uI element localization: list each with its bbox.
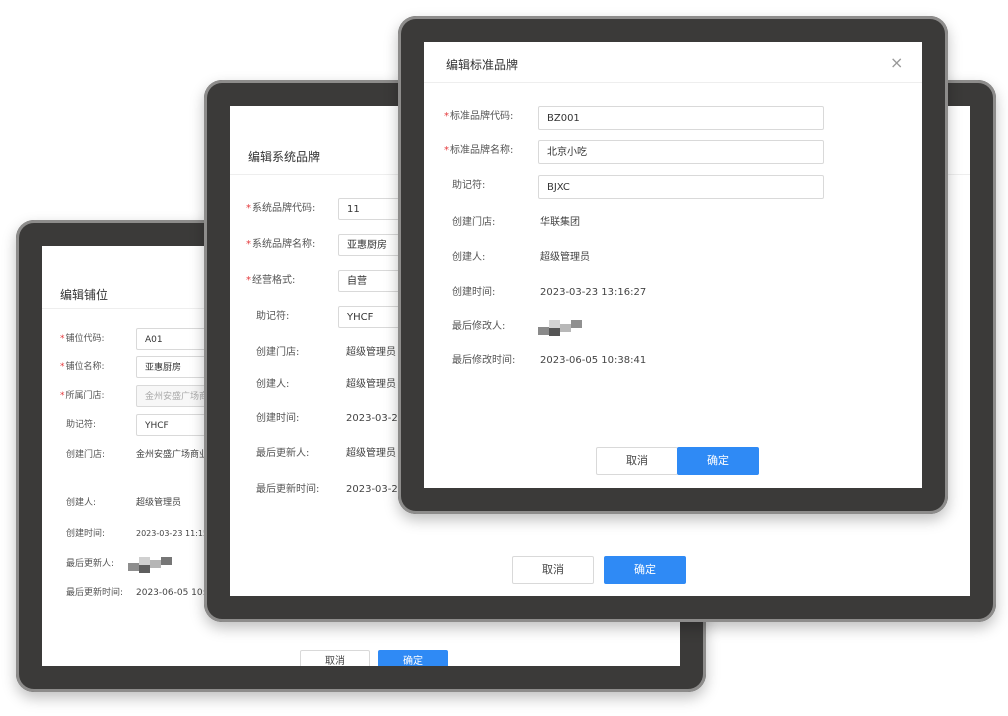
info-value: 超级管理员 [346,448,396,459]
info-creator: 创建人: 超级管理员 [444,247,824,269]
mnemonic-input[interactable]: BJXC [538,175,824,199]
info-label: 创建人: [452,252,486,263]
info-value: 2023-06-05 10:38:41 [540,355,647,366]
field-label: 铺位名称: [65,362,105,372]
field-label: 系统品牌代码: [252,203,316,214]
info-label: 创建时间: [66,529,106,539]
dialog-edit-standard-brand: 编辑标准品牌 × *标准品牌代码: BZ001 *标准品牌名称: 北京小吃 助记… [424,42,922,488]
info-last-modifier: 最后修改人: [444,316,824,338]
info-label: 最后更新人: [256,448,310,459]
dialog-title: 编辑铺位 [60,288,109,302]
field-mnemonic: 助记符: BJXC [444,175,824,199]
close-icon[interactable]: × [890,55,903,71]
required-mark: * [444,111,449,122]
dialog-divider [424,82,922,83]
field-standard-brand-code: *标准品牌代码: BZ001 [444,106,824,130]
info-value: 超级管理员 [136,498,182,508]
confirm-button[interactable]: 确定 [378,650,448,666]
field-standard-brand-name: *标准品牌名称: 北京小吃 [444,140,824,164]
info-value: 超级管理员 [540,252,590,263]
info-label: 创建人: [66,498,97,508]
field-label: 标准品牌代码: [450,111,514,122]
field-label: 助记符: [256,311,290,322]
blurred-avatar [128,557,172,573]
info-value: 2023-03-23 13:16:27 [540,287,647,298]
field-label: 标准品牌名称: [450,145,514,156]
info-create-store: 创建门店: 华联集团 [444,212,824,234]
dialog-title: 编辑标准品牌 [446,58,519,72]
info-label: 创建人: [256,379,290,390]
info-label: 创建时间: [256,413,300,424]
field-label: 助记符: [452,180,486,191]
device-frame-front: 编辑标准品牌 × *标准品牌代码: BZ001 *标准品牌名称: 北京小吃 助记… [398,16,948,514]
field-label: 助记符: [66,420,97,430]
info-last-modify-time: 最后修改时间: 2023-06-05 10:38:41 [444,350,824,372]
info-label: 创建门店: [66,450,106,460]
field-label: 经营格式: [252,275,296,286]
info-label: 创建门店: [452,217,496,228]
required-mark: * [246,239,251,250]
info-label: 最后修改时间: [452,355,516,366]
info-value: 超级管理员 [346,347,396,358]
info-label: 创建门店: [256,347,300,358]
info-label: 创建时间: [452,287,496,298]
confirm-button[interactable]: 确定 [604,556,686,584]
info-label: 最后更新时间: [256,484,320,495]
info-value: 2023-03-23 11:15 [136,529,209,538]
info-value: 超级管理员 [346,379,396,390]
info-create-time: 创建时间: 2023-03-23 13:16:27 [444,282,824,304]
dialog-title: 编辑系统品牌 [248,150,321,164]
blurred-avatar [538,320,582,336]
required-mark: * [60,334,65,344]
info-label: 最后更新人: [66,559,115,569]
info-label: 最后修改人: [452,321,506,332]
standard-brand-code-input[interactable]: BZ001 [538,106,824,130]
required-mark: * [246,203,251,214]
required-mark: * [60,362,65,372]
required-mark: * [444,145,449,156]
cancel-button[interactable]: 取消 [596,447,678,475]
required-mark: * [246,275,251,286]
cancel-button[interactable]: 取消 [300,650,370,666]
info-value: 华联集团 [540,217,580,228]
required-mark: * [60,391,65,401]
field-label: 系统品牌名称: [252,239,316,250]
standard-brand-name-input[interactable]: 北京小吃 [538,140,824,164]
confirm-button[interactable]: 确定 [677,447,759,475]
field-label: 铺位代码: [65,334,105,344]
field-label: 所属门店: [65,391,105,401]
info-label: 最后更新时间: [66,588,124,598]
cancel-button[interactable]: 取消 [512,556,594,584]
